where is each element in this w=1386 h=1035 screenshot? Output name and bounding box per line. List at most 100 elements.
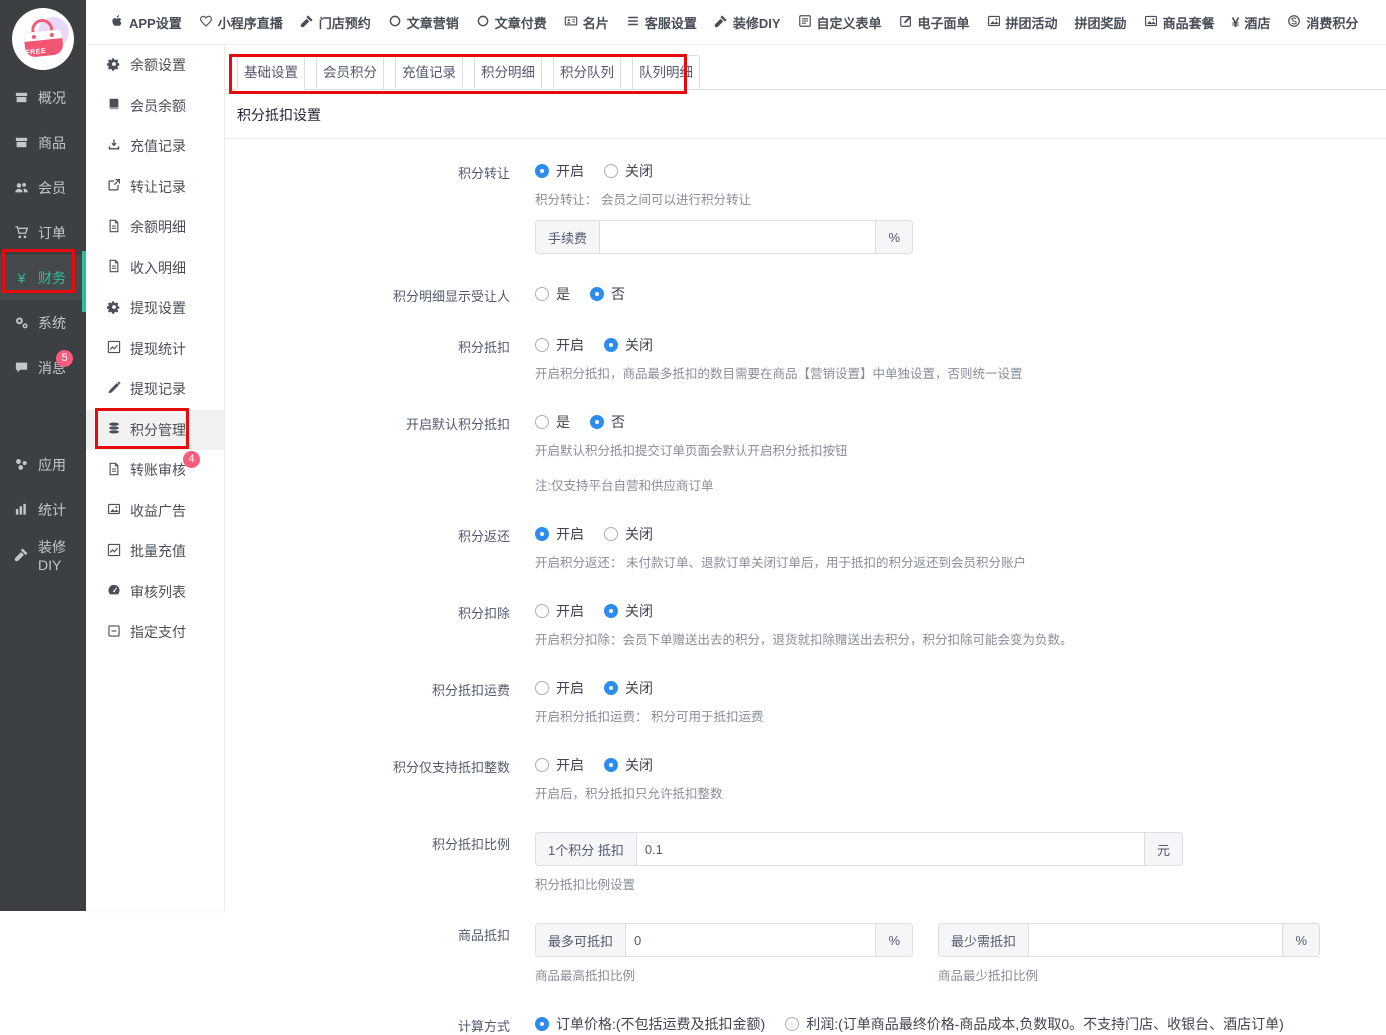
topnav-item-2[interactable]: 门店预约 — [300, 13, 371, 32]
sidebar-item-0[interactable]: 概况 — [0, 75, 86, 120]
tab-4[interactable]: 积分队列 — [553, 55, 621, 90]
subsidebar-item-1[interactable]: 会员余额 — [86, 86, 224, 127]
subsidebar-item-10[interactable]: 转账审核4 — [86, 450, 224, 491]
topnav-item-11[interactable]: 拼团奖励 — [1075, 13, 1127, 32]
radio-integer-only-0[interactable]: 开启 — [535, 755, 584, 775]
subsidebar-item-7[interactable]: 提现统计 — [86, 329, 224, 370]
sidebar-item-1[interactable]: 商品 — [0, 120, 86, 165]
subsidebar-item-9[interactable]: 积分管理 — [86, 410, 224, 451]
app-window: FREE 概况商品会员订单¥财务系统消息5应用统计装修DIY APP设置小程序直… — [0, 0, 1386, 911]
topnav-item-7[interactable]: 装修DIY — [714, 13, 781, 32]
form-content: 是否开启默认积分抵扣提交订单页面会默认开启积分抵扣按钮注:仅支持平台自营和供应商… — [535, 412, 1386, 494]
radio-points-transfer-1[interactable]: 关闭 — [604, 161, 653, 181]
radio-points-transfer-0[interactable]: 开启 — [535, 161, 584, 181]
top-navbar: APP设置小程序直播 门店预约文章营销文章付费名片客服设置装修DIY 自定义表单电子… — [86, 0, 1386, 45]
topnav-item-6[interactable]: 客服设置 — [626, 13, 697, 32]
gears-icon — [13, 315, 30, 330]
subsidebar-item-4[interactable]: 余额明细 — [86, 207, 224, 248]
radio-points-return-0[interactable]: 开启 — [535, 524, 584, 544]
subsidebar-item-11[interactable]: 收益广告 — [86, 491, 224, 532]
radio-selected-icon — [604, 758, 618, 772]
sidebar-item-6[interactable]: 消息5 — [0, 345, 86, 390]
topnav-item-8[interactable]: 自定义表单 — [798, 13, 882, 32]
topnav-item-10[interactable]: 拼团活动 — [987, 13, 1058, 32]
radio-calc-method-0[interactable]: 订单价格:(不包括运费及抵扣金额) — [535, 1014, 765, 1034]
topnav-item-0[interactable]: APP设置 — [110, 13, 182, 32]
sidebar-item-label: 财务 — [38, 268, 66, 288]
sidebar-item-2[interactable]: 会员 — [0, 165, 86, 210]
form-row-default-deduct: 开启默认积分抵扣是否开启默认积分抵扣提交订单页面会默认开启积分抵扣按钮注:仅支持… — [237, 412, 1386, 494]
radio-unselected-icon — [604, 164, 618, 178]
sidebar-item-4[interactable]: ¥财务 — [0, 255, 86, 300]
topnav-item-12[interactable]: 商品套餐 — [1144, 13, 1215, 32]
tab-5[interactable]: 队列明细 — [632, 55, 700, 90]
primary-sidebar: FREE 概况商品会员订单¥财务系统消息5 应用统计装修DIY — [0, 0, 86, 911]
tab-3[interactable]: 积分明细 — [474, 55, 542, 90]
subsidebar-item-13[interactable]: 审核列表 — [86, 572, 224, 613]
deduct-ratio-input-0[interactable] — [636, 832, 1145, 866]
subsidebar-item-8[interactable]: 提现记录 — [86, 369, 224, 410]
tab-2[interactable]: 充值记录 — [395, 55, 463, 90]
radio-points-deduct-0[interactable]: 开启 — [535, 335, 584, 355]
sidebar-item-5[interactable]: 系统 — [0, 300, 86, 345]
form-label: 积分抵扣比例 — [237, 832, 510, 893]
divider — [225, 138, 1386, 139]
topnav-item-3[interactable]: 文章营销 — [388, 13, 459, 32]
circle-icon — [476, 14, 490, 31]
subsidebar-item-14[interactable]: 指定支付 — [86, 612, 224, 653]
radio-deduct-freight-0[interactable]: 开启 — [535, 678, 584, 698]
topnav-item-label: 自定义表单 — [817, 13, 882, 32]
gear-icon — [107, 300, 121, 317]
radio-points-deduct-1[interactable]: 关闭 — [604, 335, 653, 355]
form-content: 最多可抵扣%商品最高抵扣比例最少需抵扣%商品最少抵扣比例 — [535, 923, 1386, 984]
radio-selected-icon — [604, 604, 618, 618]
goods-deduct-input-0[interactable] — [625, 923, 876, 957]
tab-1[interactable]: 会员积分 — [316, 55, 384, 90]
topnav-item-4[interactable]: 文章付费 — [476, 13, 547, 32]
radio-detail-show-transferee-1[interactable]: 否 — [590, 284, 625, 304]
subsidebar-item-label: 收益广告 — [130, 501, 186, 521]
form-content: 开启关闭开启积分扣除：会员下单赠送出去的积分，退货就扣除赠送出去积分，积分扣除可… — [535, 601, 1386, 648]
goods-deduct-input-1[interactable] — [1028, 923, 1283, 957]
sidebar-item-9[interactable]: 装修DIY — [0, 532, 86, 577]
sidebar-item-3[interactable]: 订单 — [0, 210, 86, 255]
form-row-points-transfer: 积分转让开启关闭积分转让： 会员之间可以进行积分转让手续费% — [237, 161, 1386, 254]
topnav-item-13[interactable]: ¥酒店 — [1232, 13, 1271, 32]
sidebar-item-7[interactable]: 应用 — [0, 442, 86, 487]
points-transfer-input-0[interactable] — [599, 220, 876, 254]
radio-integer-only-1[interactable]: 关闭 — [604, 755, 653, 775]
radio-points-return-1[interactable]: 关闭 — [604, 524, 653, 544]
topnav-item-14[interactable]: 消费积分 — [1287, 13, 1358, 32]
form-row-calc-method: 计算方式 订单价格:(不包括运费及抵扣金额) 利润:(订单商品最终价格-商品成本,负… — [237, 1014, 1386, 1035]
subsidebar-item-label: 收入明细 — [130, 258, 186, 278]
subsidebar-item-6[interactable]: 提现设置 — [86, 288, 224, 329]
radio-detail-show-transferee-0[interactable]: 是 — [535, 284, 570, 304]
radio-default-deduct-1[interactable]: 否 — [590, 412, 625, 432]
tab-0[interactable]: 基础设置 — [237, 55, 305, 90]
topnav-item-1[interactable]: 小程序直播 — [199, 13, 283, 32]
subsidebar-item-2[interactable]: 充值记录 — [86, 126, 224, 167]
radio-unselected-icon — [535, 338, 549, 352]
form-help-text: 开启积分抵扣，商品最多抵扣的数目需要在商品【营销设置】中单独设置，否则统一设置 — [535, 363, 1386, 382]
topnav-item-9[interactable]: 电子面单 — [899, 13, 970, 32]
app-logo[interactable]: FREE — [12, 8, 74, 70]
subsidebar-item-12[interactable]: 批量充值 — [86, 531, 224, 572]
subsidebar-item-5[interactable]: 收入明细 — [86, 248, 224, 289]
topnav-item-5[interactable]: 名片 — [564, 13, 609, 32]
sidebar-item-8[interactable]: 统计 — [0, 487, 86, 532]
subsidebar-item-3[interactable]: 转让记录 — [86, 167, 224, 208]
form-help-text: 商品最少抵扣比例 — [938, 965, 1320, 984]
topnav-item-label: 门店预约 — [319, 13, 371, 32]
radio-points-subtract-1[interactable]: 关闭 — [604, 601, 653, 621]
form-label: 计算方式 — [237, 1014, 510, 1035]
form-label: 积分抵扣运费 — [237, 678, 510, 725]
radio-points-subtract-0[interactable]: 开启 — [535, 601, 584, 621]
subsidebar-item-0[interactable]: 余额设置 — [86, 45, 224, 86]
radio-default-deduct-0[interactable]: 是 — [535, 412, 570, 432]
tab-bar: 基础设置会员积分充值记录积分明细积分队列队列明细 — [225, 55, 1386, 90]
box-icon — [13, 90, 30, 105]
sidebar-item-label: 应用 — [38, 455, 66, 475]
radio-deduct-freight-1[interactable]: 关闭 — [604, 678, 653, 698]
file-icon — [107, 219, 121, 236]
radio-calc-method-1[interactable]: 利润:(订单商品最终价格-商品成本,负数取0。不支持门店、收银台、酒店订单) — [785, 1014, 1284, 1034]
